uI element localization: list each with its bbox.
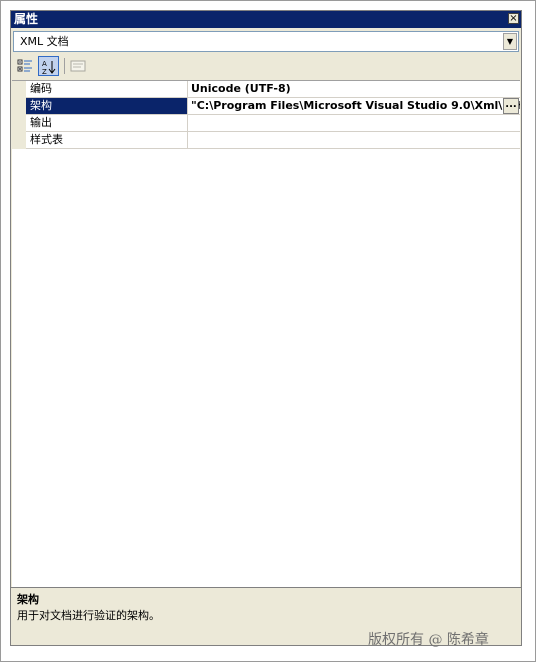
- property-pages-icon: [70, 60, 86, 72]
- alphabetical-sort-icon: A Z: [42, 60, 56, 75]
- window-title: 属性: [14, 12, 39, 26]
- property-name: 架构: [26, 98, 188, 115]
- object-selector-dropdown[interactable]: XML 文档 ▼: [13, 31, 519, 52]
- chevron-down-icon: ▼: [506, 37, 514, 46]
- dropdown-arrow-button[interactable]: ▼: [503, 33, 517, 50]
- properties-toolbar: A Z: [13, 55, 519, 77]
- row-gutter: [12, 98, 26, 115]
- property-row-stylesheet[interactable]: 样式表: [12, 132, 520, 149]
- categorized-icon: [17, 59, 32, 72]
- property-name: 输出: [26, 115, 188, 132]
- alphabetical-button[interactable]: A Z: [38, 56, 59, 76]
- row-gutter: [12, 81, 26, 98]
- property-name: 样式表: [26, 132, 188, 149]
- svg-text:Z: Z: [42, 68, 47, 75]
- description-splitter[interactable]: [11, 587, 521, 590]
- schema-value-text: "C:\Program Files\Microsoft Visual Studi…: [191, 99, 520, 112]
- property-value[interactable]: [188, 115, 520, 132]
- close-button[interactable]: ×: [508, 13, 519, 24]
- property-row-output[interactable]: 输出: [12, 115, 520, 132]
- property-grid: 编码 Unicode (UTF-8) 架构 "C:\Program Files\…: [12, 80, 520, 587]
- property-name: 编码: [26, 81, 188, 98]
- browse-ellipsis-button[interactable]: ...: [503, 98, 519, 114]
- description-title: 架构: [17, 593, 39, 606]
- toolbar-separator: [64, 58, 65, 74]
- row-gutter: [12, 115, 26, 132]
- property-pages-button[interactable]: [68, 56, 89, 76]
- copyright-watermark: 版权所有 @ 陈希章: [368, 632, 489, 648]
- close-icon: ×: [509, 13, 518, 24]
- properties-window: 属性 × XML 文档 ▼ A Z 编码 Unicode (UTF-8) 架构 …: [10, 10, 522, 646]
- object-selector-value: XML 文档: [20, 35, 69, 48]
- property-row-encoding[interactable]: 编码 Unicode (UTF-8): [12, 81, 520, 98]
- property-value[interactable]: Unicode (UTF-8): [188, 81, 520, 98]
- svg-text:A: A: [42, 60, 47, 68]
- window-titlebar: 属性 ×: [11, 11, 521, 28]
- property-row-schema[interactable]: 架构 "C:\Program Files\Microsoft Visual St…: [12, 98, 520, 115]
- description-text: 用于对文档进行验证的架构。: [17, 609, 160, 622]
- property-value[interactable]: "C:\Program Files\Microsoft Visual Studi…: [188, 98, 520, 115]
- row-gutter: [12, 132, 26, 149]
- property-value[interactable]: [188, 132, 520, 149]
- categorized-button[interactable]: [15, 56, 36, 76]
